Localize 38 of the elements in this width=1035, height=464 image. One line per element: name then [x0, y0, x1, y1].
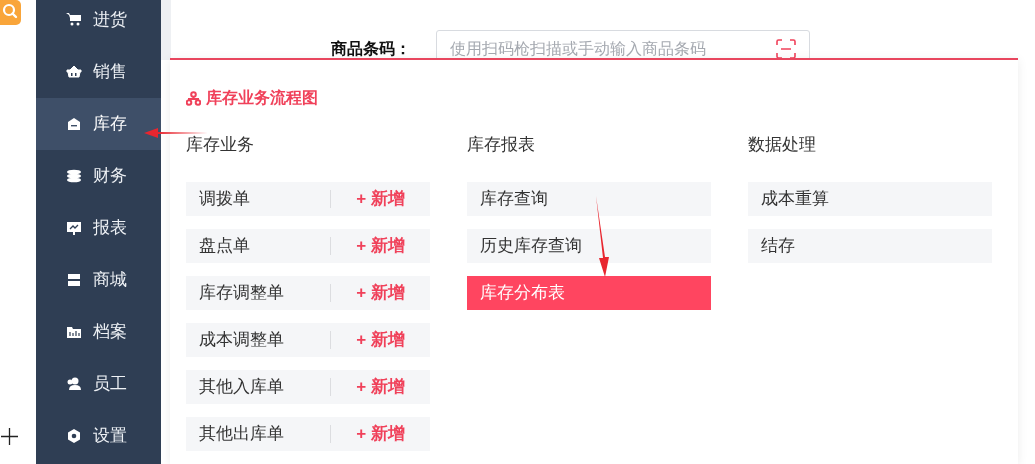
menu-link[interactable]: 库存查询 [467, 182, 711, 216]
gear-icon [66, 428, 82, 444]
menu-link[interactable]: 其他入库单 [186, 374, 330, 400]
sidebar-item[interactable]: 商城 [36, 254, 161, 306]
menu-link[interactable]: 结存 [748, 229, 992, 263]
sidebar-item[interactable]: 员工 [36, 358, 161, 410]
menu-link[interactable]: 成本调整单 [186, 327, 330, 353]
column-heading: 库存报表 [467, 134, 536, 156]
folder-chart-icon [66, 324, 82, 340]
menu-link[interactable]: 库存调整单 [186, 280, 330, 306]
chart-monitor-icon [66, 220, 82, 236]
sidebar-item[interactable]: 财务 [36, 150, 161, 202]
sidebar-item[interactable]: 档案 [36, 306, 161, 358]
menu-link[interactable]: 调拨单 [186, 186, 330, 212]
column-heading: 库存业务 [186, 134, 255, 156]
sitemap-icon [186, 90, 201, 106]
sidebar-item[interactable]: 库存 [36, 98, 161, 150]
sidebar-item[interactable]: 设置 [36, 410, 161, 462]
shop-icon [66, 272, 82, 288]
cart-icon [66, 12, 82, 28]
content-edge [161, 0, 171, 60]
column-heading: 数据处理 [748, 134, 817, 156]
stack-icon [66, 168, 82, 184]
basket-icon [66, 64, 82, 80]
menu-link[interactable]: 其他出库单 [186, 421, 330, 447]
house-icon [66, 116, 82, 132]
popup-title: 库存业务流程图 [206, 88, 318, 108]
sidebar-item[interactable]: 报表 [36, 202, 161, 254]
plus-icon[interactable] [1, 428, 18, 445]
barcode-label: 商品条码： [331, 39, 412, 59]
search-icon[interactable] [0, 0, 21, 25]
sidebar-item[interactable]: 销售 [36, 46, 161, 98]
menu-link[interactable]: 盘点单 [186, 233, 330, 259]
menu-link[interactable]: 历史库存查询 [467, 229, 711, 263]
scan-icon[interactable] [776, 39, 796, 59]
menu-link[interactable]: 成本重算 [748, 182, 992, 216]
people-icon [66, 376, 82, 392]
sidebar-item[interactable]: 进货 [36, 0, 161, 46]
